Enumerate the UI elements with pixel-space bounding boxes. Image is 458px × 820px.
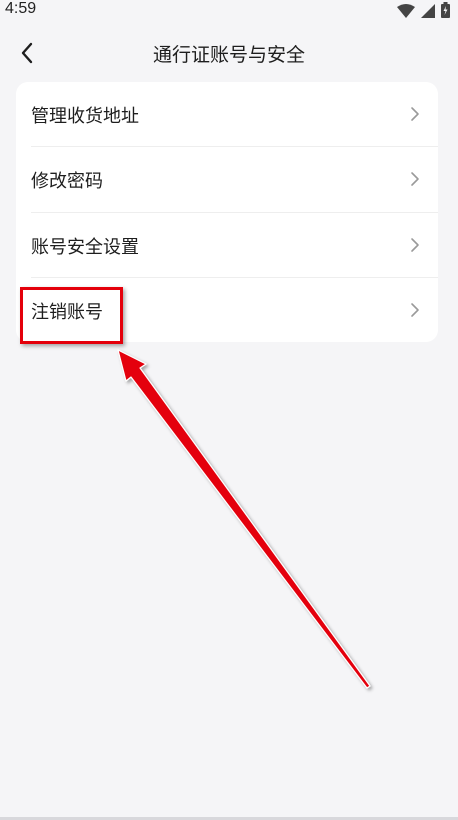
signal-icon	[421, 3, 435, 22]
navigation-bar: 通行证账号与安全	[0, 28, 458, 78]
manage-address-item[interactable]: 管理收货地址	[16, 82, 438, 147]
change-password-item[interactable]: 修改密码	[16, 147, 438, 212]
status-bar: 4:59	[0, 0, 458, 22]
chevron-right-icon	[411, 107, 419, 121]
status-icons	[397, 2, 450, 22]
row-label: 账号安全设置	[31, 237, 139, 258]
highlight-box	[20, 287, 123, 344]
row-label: 修改密码	[31, 171, 103, 192]
chevron-right-icon	[411, 172, 419, 186]
status-time: 4:59	[5, 0, 37, 17]
chevron-right-icon	[411, 303, 419, 317]
wifi-icon	[397, 3, 415, 22]
row-label: 管理收货地址	[31, 106, 139, 127]
page-title: 通行证账号与安全	[152, 44, 305, 66]
account-security-settings-item[interactable]: 账号安全设置	[16, 213, 438, 278]
battery-icon	[441, 2, 450, 22]
chevron-right-icon	[411, 238, 419, 252]
